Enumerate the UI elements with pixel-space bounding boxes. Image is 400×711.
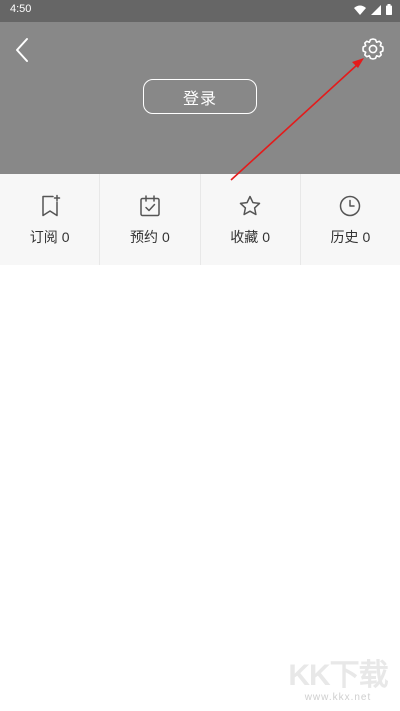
stat-subscriptions-label: 订阅	[29, 229, 58, 245]
watermark-url: www.kkx.net	[304, 692, 372, 703]
login-button[interactable]: 登录	[143, 79, 257, 114]
battery-icon	[386, 4, 392, 15]
stat-reservations-label: 预约	[129, 229, 158, 245]
signal-icon	[371, 4, 381, 15]
stat-history-text: 历史 0	[330, 227, 370, 247]
star-icon	[239, 195, 261, 216]
stat-subscriptions[interactable]: 订阅 0	[0, 174, 99, 265]
stat-reservations[interactable]: 预约 0	[99, 174, 199, 265]
watermark: KK下载 www.kkx.net	[282, 660, 394, 708]
profile-header: 登录	[0, 22, 400, 174]
stat-favorites-count: 0	[262, 229, 271, 245]
bookmark-add-icon	[41, 194, 60, 217]
status-time: 4:50	[10, 3, 32, 15]
back-button[interactable]	[12, 36, 34, 64]
calendar-check-icon	[140, 195, 160, 217]
stat-reservations-text: 预约 0	[130, 227, 170, 247]
stat-history-label: 历史	[330, 229, 359, 245]
chevron-left-icon	[16, 38, 28, 62]
stats-bar: 订阅 0 预约 0 收藏 0 历史 0	[0, 174, 400, 265]
stat-favorites-label: 收藏	[230, 229, 259, 245]
settings-button[interactable]	[359, 35, 387, 63]
status-icons	[354, 4, 392, 15]
stat-subscriptions-text: 订阅 0	[30, 227, 70, 247]
wifi-icon	[354, 5, 366, 15]
stat-subscriptions-count: 0	[61, 229, 70, 245]
status-bar: 4:50	[0, 0, 400, 22]
watermark-logo: KK下载	[288, 659, 388, 692]
stat-favorites-text: 收藏 0	[230, 227, 270, 247]
stat-favorites[interactable]: 收藏 0	[199, 174, 300, 265]
stat-history[interactable]: 历史 0	[299, 174, 400, 265]
clock-icon	[340, 195, 361, 217]
stat-history-count: 0	[362, 229, 371, 245]
gear-icon	[362, 38, 384, 60]
stat-reservations-count: 0	[161, 229, 170, 245]
